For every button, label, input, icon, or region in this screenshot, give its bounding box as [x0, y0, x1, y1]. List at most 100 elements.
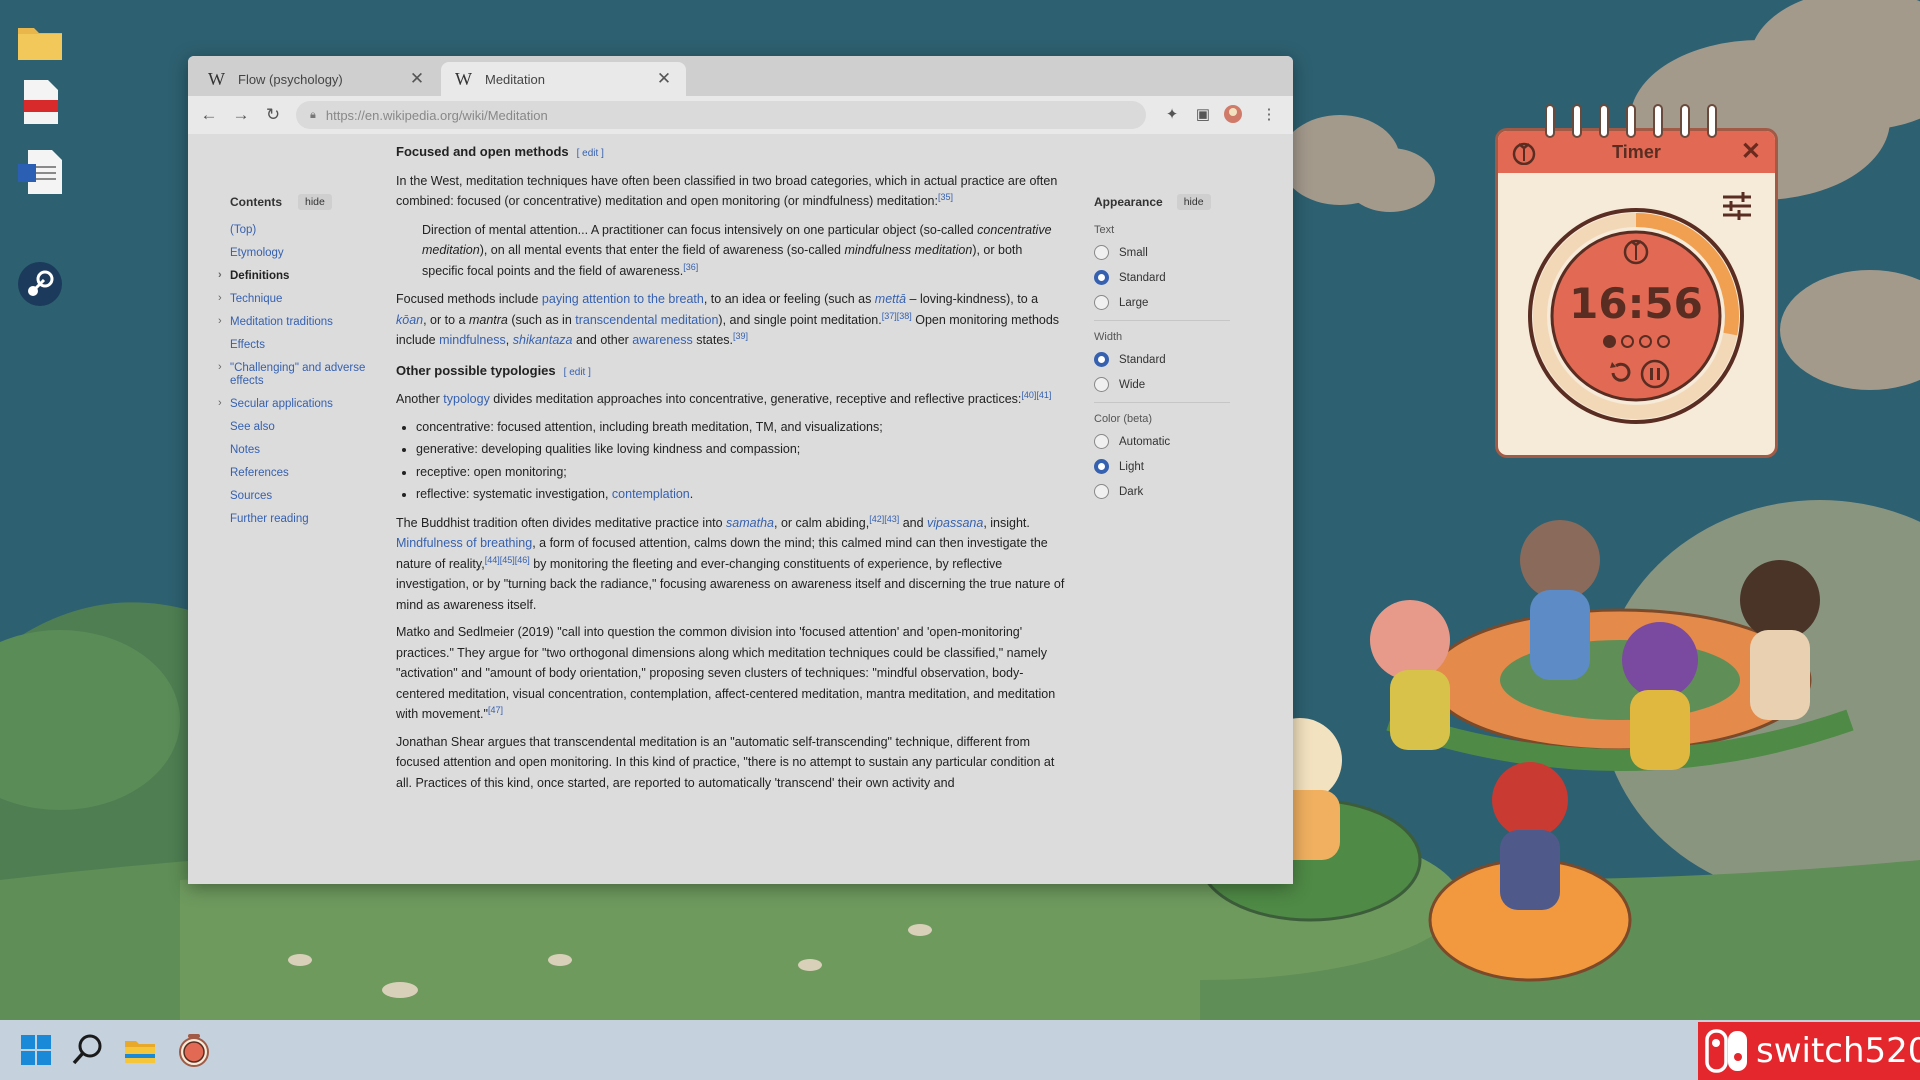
timer-app-icon[interactable]: [176, 1032, 212, 1068]
chevron-right-icon[interactable]: ›: [218, 292, 222, 305]
chevron-right-icon[interactable]: ›: [218, 397, 222, 410]
toc-item-adverse-effects[interactable]: › "Challenging" and adverse effects: [218, 361, 370, 388]
tomato-icon: [1512, 142, 1536, 165]
toc-item-notes[interactable]: Notes: [230, 444, 370, 457]
extensions-puzzle-icon[interactable]: ✦: [1161, 104, 1183, 126]
toc-hide-button[interactable]: hide: [298, 194, 332, 210]
citation[interactable]: [39]: [733, 331, 748, 341]
radio-text-standard[interactable]: Standard: [1094, 270, 1230, 285]
link-awareness[interactable]: awareness: [632, 333, 692, 347]
edit-link[interactable]: [ edit ]: [564, 367, 591, 378]
session-dot: [1621, 335, 1634, 348]
link-vipassana[interactable]: vipassana: [927, 516, 983, 530]
close-tab-icon[interactable]: ✕: [409, 69, 425, 89]
color-label: Color (beta): [1094, 413, 1153, 425]
forward-arrow-icon[interactable]: →: [230, 104, 252, 126]
link-mindfulness-of-breathing[interactable]: Mindfulness of breathing: [396, 536, 532, 550]
citation[interactable]: [36]: [683, 261, 698, 271]
wikipedia-page: Contents hide (Top) Etymology › Definitio…: [188, 134, 1293, 884]
switch520-watermark: switch520: [1698, 1022, 1920, 1080]
radio-button[interactable]: [1094, 352, 1109, 367]
link-koan[interactable]: kōan: [396, 313, 423, 327]
steam-icon[interactable]: [14, 258, 66, 310]
session-dot-complete: [1603, 335, 1616, 348]
pause-button[interactable]: [1640, 359, 1670, 389]
paragraph: Matko and Sedlmeier (2019) "call into qu…: [396, 625, 1056, 721]
radio-button[interactable]: [1094, 245, 1109, 260]
profile-avatar[interactable]: [1222, 104, 1244, 126]
tab-meditation[interactable]: W Meditation ✕: [441, 62, 686, 96]
citation[interactable]: [42][43]: [869, 513, 899, 523]
radio-button[interactable]: [1094, 434, 1109, 449]
link-samatha[interactable]: samatha: [726, 516, 774, 530]
windows-start-icon[interactable]: [18, 1032, 54, 1068]
radio-width-standard[interactable]: Standard: [1094, 352, 1230, 367]
timer-title: Timer: [1612, 141, 1661, 162]
address-bar[interactable]: 🔒︎ https://en.wikipedia.org/wiki/Meditat…: [296, 101, 1146, 129]
citation[interactable]: [35]: [938, 192, 953, 202]
edit-link[interactable]: [ edit ]: [577, 148, 604, 159]
more-menu-icon[interactable]: ⋮: [1258, 104, 1280, 126]
toc-item-effects[interactable]: Effects: [230, 339, 370, 352]
back-arrow-icon[interactable]: ←: [198, 104, 220, 126]
citation[interactable]: [40][41]: [1021, 390, 1051, 400]
browser-toolbar: ← → ↻ 🔒︎ https://en.wikipedia.org/wiki/M…: [188, 96, 1293, 134]
citation[interactable]: [47]: [488, 705, 503, 715]
chevron-right-icon[interactable]: ›: [218, 269, 222, 282]
appearance-hide-button[interactable]: hide: [1176, 194, 1211, 210]
list-item: receptive: open monitoring;: [416, 462, 1066, 483]
toc-item-top[interactable]: (Top): [230, 224, 370, 237]
link-typology[interactable]: typology: [443, 392, 490, 406]
toc-item-definitions[interactable]: › Definitions: [218, 269, 370, 283]
chevron-right-icon[interactable]: ›: [218, 361, 222, 374]
toc-item-meditation-traditions[interactable]: › Meditation traditions: [218, 315, 370, 329]
text-size-label: Text: [1094, 224, 1115, 236]
citation[interactable]: [44][45][46]: [485, 554, 530, 564]
chevron-right-icon[interactable]: ›: [218, 315, 222, 328]
toc-item-sources[interactable]: Sources: [230, 490, 370, 503]
table-of-contents: Contents hide (Top) Etymology › Definitio…: [218, 194, 370, 536]
radio-color-automatic[interactable]: Automatic: [1094, 434, 1230, 449]
typology-list: concentrative: focused attention, includ…: [416, 417, 1066, 505]
toc-item-technique[interactable]: › Technique: [218, 292, 370, 306]
taskbar: [0, 1020, 1920, 1080]
citation[interactable]: [37][38]: [882, 310, 912, 320]
article-body: Focused and open methods[ edit ] In the …: [396, 142, 1066, 800]
radio-button[interactable]: [1094, 484, 1109, 499]
link-shikantaza[interactable]: shikantaza: [513, 333, 573, 347]
tab-flow-psychology[interactable]: W Flow (psychology) ✕: [194, 62, 439, 96]
toc-item-etymology[interactable]: Etymology: [230, 247, 370, 260]
session-dot: [1657, 335, 1670, 348]
pdf-document-icon[interactable]: [14, 76, 66, 128]
reset-icon[interactable]: [1606, 359, 1634, 387]
radio-color-light[interactable]: Light: [1094, 459, 1230, 474]
link-transcendental-meditation[interactable]: transcendental meditation: [575, 313, 718, 327]
radio-button[interactable]: [1094, 459, 1109, 474]
radio-text-small[interactable]: Small: [1094, 245, 1230, 260]
link-contemplation[interactable]: contemplation: [612, 487, 690, 501]
wikipedia-favicon-icon: W: [455, 68, 472, 89]
url-text: https://en.wikipedia.org/wiki/Meditation: [325, 107, 548, 123]
lock-icon: 🔒︎: [310, 108, 316, 121]
file-explorer-icon[interactable]: [122, 1032, 158, 1068]
radio-color-dark[interactable]: Dark: [1094, 484, 1230, 499]
radio-button[interactable]: [1094, 270, 1109, 285]
word-document-icon[interactable]: [14, 146, 66, 198]
toc-item-further-reading[interactable]: Further reading: [230, 513, 370, 526]
folder-icon[interactable]: [14, 16, 66, 68]
close-tab-icon[interactable]: ✕: [656, 69, 672, 89]
toc-item-references[interactable]: References: [230, 467, 370, 480]
watermark-text: switch520: [1756, 1031, 1920, 1071]
radio-button[interactable]: [1094, 377, 1109, 392]
radio-text-large[interactable]: Large: [1094, 295, 1230, 310]
reload-icon[interactable]: ↻: [262, 104, 284, 126]
link-mindfulness[interactable]: mindfulness: [439, 333, 506, 347]
link-metta[interactable]: mettā: [875, 292, 906, 306]
side-panel-icon[interactable]: ▣: [1192, 104, 1214, 126]
link-breath[interactable]: paying attention to the breath: [542, 292, 704, 306]
toc-item-see-also[interactable]: See also: [230, 421, 370, 434]
radio-button[interactable]: [1094, 295, 1109, 310]
search-icon[interactable]: [70, 1032, 106, 1068]
toc-item-secular-applications[interactable]: › Secular applications: [218, 397, 370, 411]
radio-width-wide[interactable]: Wide: [1094, 377, 1230, 392]
